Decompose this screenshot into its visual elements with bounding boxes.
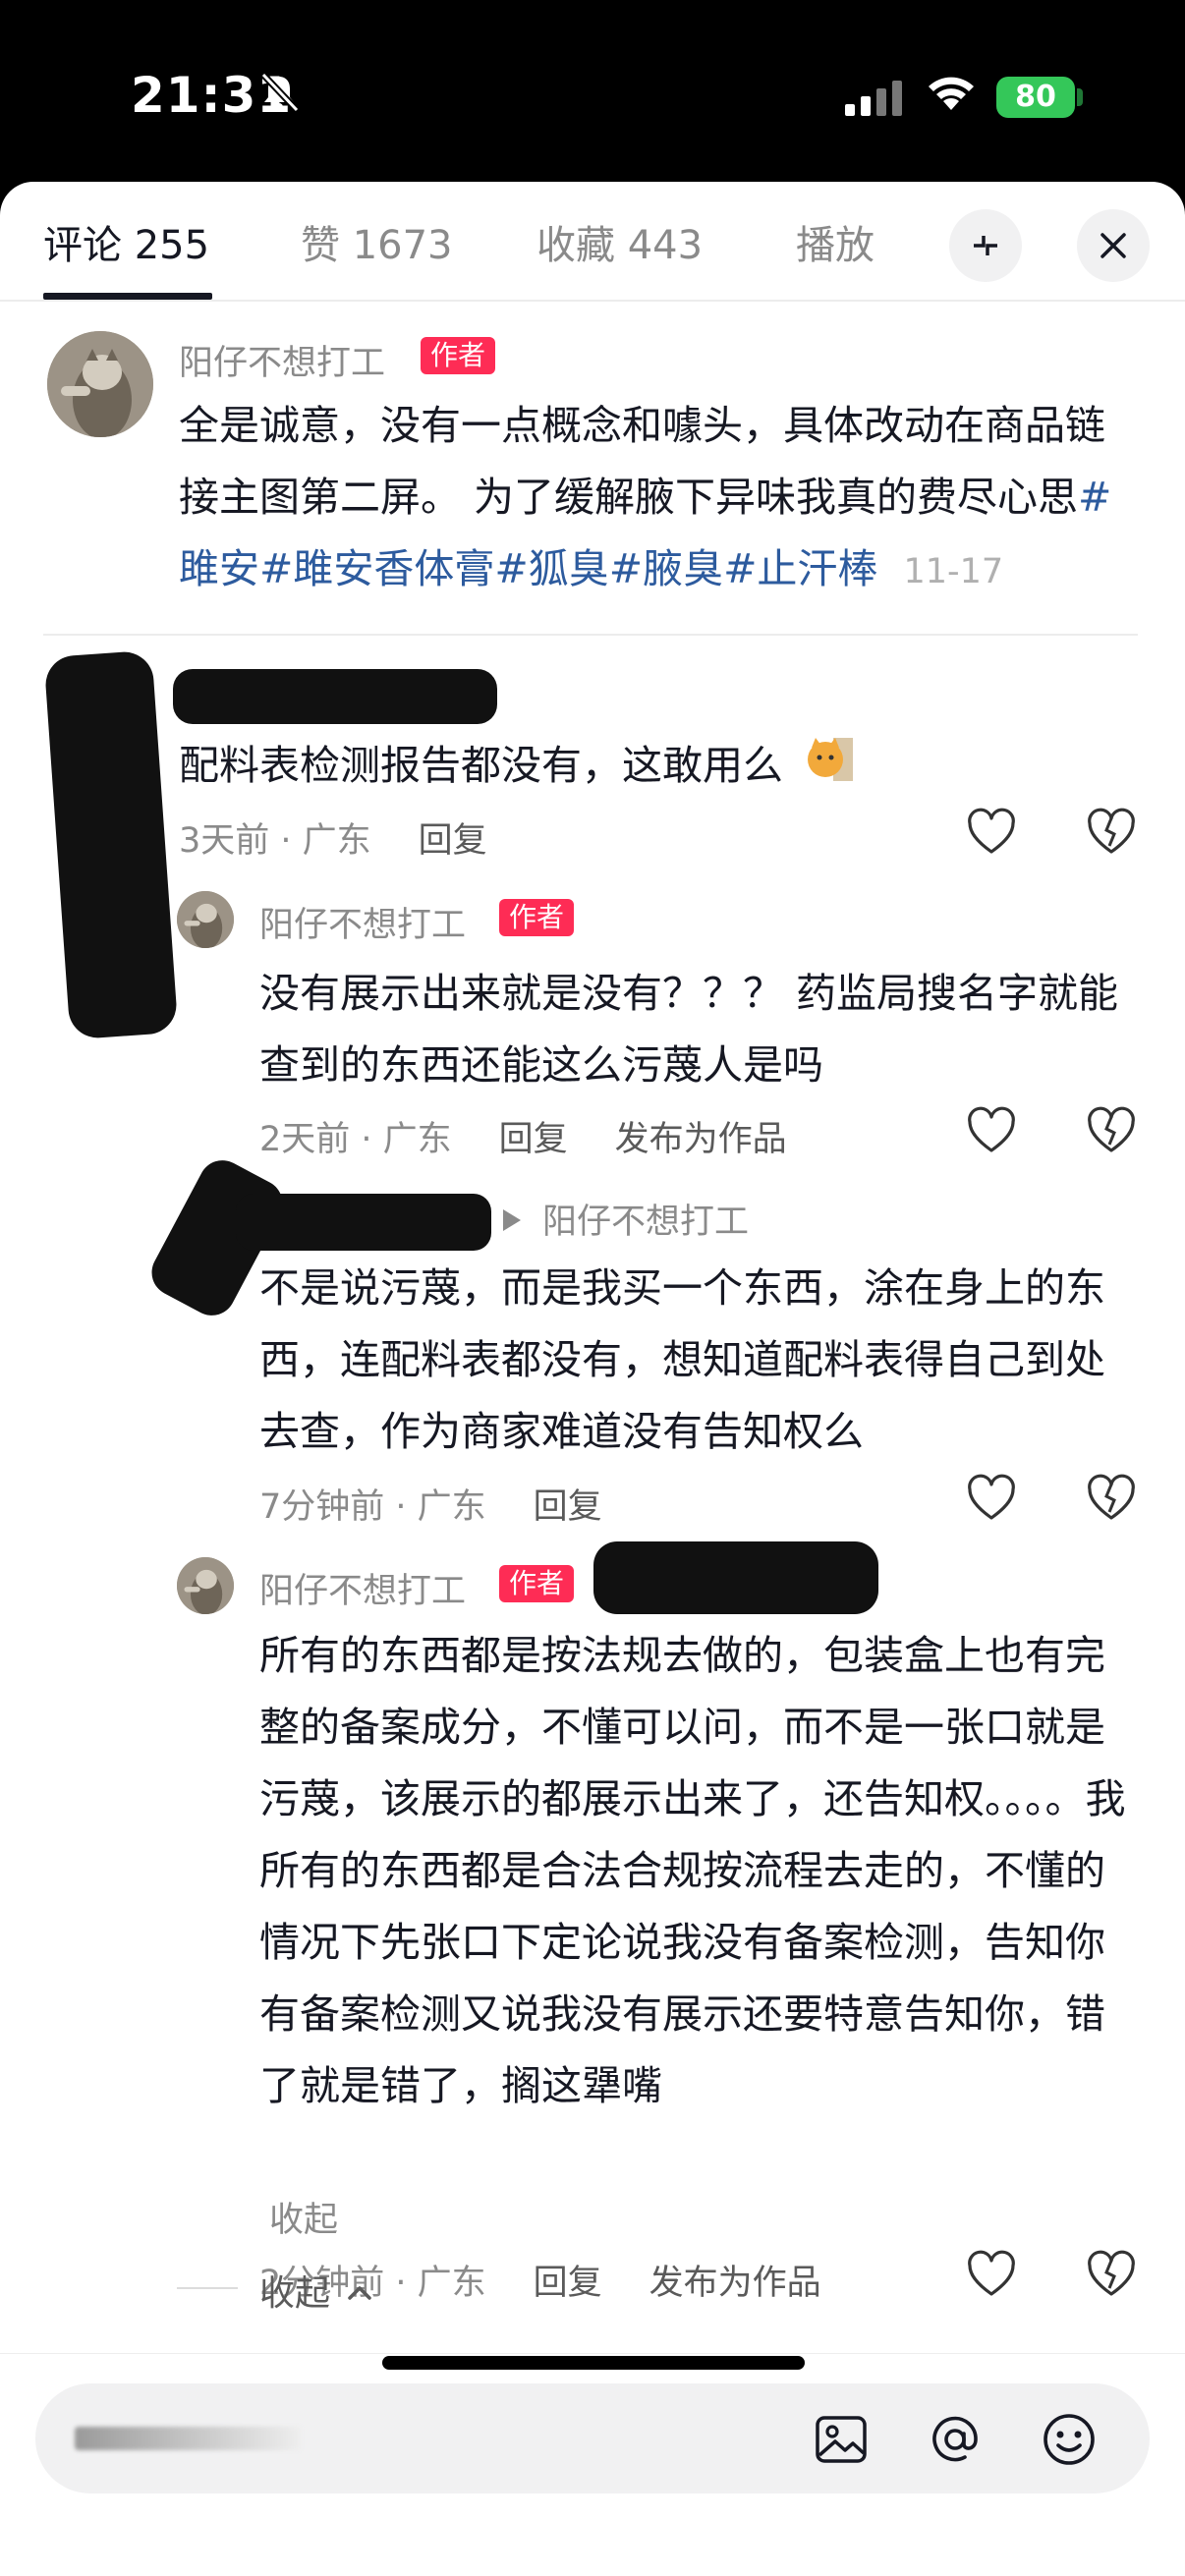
collapse-text-button[interactable]: 收起: [269, 2192, 338, 2242]
tab-favorites[interactable]: 收藏 443: [536, 213, 703, 270]
close-icon: [1100, 233, 1126, 258]
blurred-placeholder: [75, 2427, 301, 2450]
redacted-username: [173, 669, 497, 724]
comment-body: 配料表检测报告都没有，这敢用么: [179, 742, 783, 789]
reply-text: 不是说污蔑，而是我买一个东西，涂在身上的东西，连配料表都没有，想知道配料表得自己…: [259, 1264, 1105, 1455]
collapse-replies-label: 收起: [259, 2273, 331, 2314]
like-heart-icon[interactable]: [965, 1473, 1018, 1526]
comment-username[interactable]: 阳仔不想打工: [179, 335, 385, 385]
publish-as-work-button[interactable]: 发布为作品: [615, 1120, 787, 1159]
dislike-broken-heart-icon[interactable]: [1085, 1105, 1138, 1158]
reply-button[interactable]: 回复: [534, 2264, 602, 2303]
tab-likes[interactable]: 赞 1673: [301, 213, 453, 270]
reply-timestamp: 7分钟前 · 广东: [259, 1487, 486, 1527]
collapse-divider: [177, 2287, 238, 2289]
comment-timestamp: 3天前 · 广东: [179, 821, 371, 861]
mention-at-icon[interactable]: [926, 2410, 985, 2469]
dislike-broken-heart-icon[interactable]: [1085, 1473, 1138, 1526]
hashtag[interactable]: #狐臭: [494, 545, 608, 592]
collapse-replies-button[interactable]: 收起: [259, 2265, 372, 2316]
comment-text: 配料表检测报告都没有，这敢用么: [179, 730, 1122, 802]
comment-meta: 3天前 · 广东 回复: [179, 812, 535, 863]
cat-avatar-image: [177, 891, 234, 948]
avatar[interactable]: [47, 331, 153, 437]
hashtag[interactable]: #雎安香体膏: [259, 545, 494, 592]
avatar[interactable]: [177, 891, 234, 948]
redacted-reply-target: [593, 1541, 878, 1614]
battery-tip: [1077, 88, 1083, 106]
comment-input-bar: [0, 2353, 1185, 2576]
reply-timestamp: 2天前 · 广东: [259, 1120, 452, 1159]
reply-meta: 2天前 · 广东 回复 发布为作品: [259, 1111, 834, 1161]
cat-avatar-image: [47, 331, 153, 437]
comment-sheet: 评论 255 赞 1673 收藏 443 播放 阳仔不想打工 作者 全是诚意，没…: [0, 182, 1185, 2576]
comment-text: 全是诚意，没有一点概念和噱头，具体改动在商品链接主图第二屏。 为了缓解腋下异味我…: [179, 390, 1142, 608]
dislike-broken-heart-icon[interactable]: [1085, 807, 1138, 860]
reply-arrow-icon: [503, 1209, 521, 1231]
wifi-icon: [929, 77, 974, 110]
cat-avatar-image: [177, 1557, 234, 1614]
minimize-icon: [974, 236, 997, 255]
reply-button[interactable]: 回复: [534, 1487, 602, 1527]
hashtag[interactable]: #止汗棒: [723, 545, 877, 592]
author-badge: 作者: [421, 337, 496, 374]
comment-timestamp: 11-17: [903, 552, 1004, 591]
active-tab-indicator: [43, 293, 212, 300]
reply-text: 所有的东西都是按法规去做的，包装盒上也有完整的备案成分，不懂可以问，而不是一张口…: [259, 1632, 1126, 2109]
image-icon[interactable]: [812, 2410, 871, 2469]
pinned-separator: [43, 634, 1138, 636]
close-button[interactable]: [1077, 209, 1150, 282]
comment-input[interactable]: [35, 2383, 1150, 2493]
reply-button[interactable]: 回复: [419, 821, 487, 861]
tab-plays[interactable]: 播放: [796, 213, 875, 270]
dislike-broken-heart-icon[interactable]: [1085, 2249, 1138, 2302]
collapse-sheet-button[interactable]: [949, 209, 1022, 282]
battery-indicator: 80: [996, 77, 1075, 118]
tab-comments[interactable]: 评论 255: [43, 213, 209, 270]
redacted-avatar: [43, 649, 179, 1040]
reply-username[interactable]: 阳仔不想打工: [259, 1563, 466, 1613]
status-bar: 21:31 80: [0, 0, 1185, 182]
reply-meta: 7分钟前 · 广东 回复: [259, 1479, 649, 1529]
reply-to-username[interactable]: 阳仔不想打工: [542, 1194, 749, 1244]
hashtag[interactable]: #腋臭: [609, 545, 723, 592]
reply-button[interactable]: 回复: [499, 1120, 568, 1159]
like-heart-icon[interactable]: [965, 2249, 1018, 2302]
reply-text: 没有展示出来就是没有？？？ 药监局搜名字就能查到的东西还能这么污蔑人是吗: [259, 970, 1119, 1089]
chevron-up-icon: [348, 2286, 372, 2300]
bell-muted-icon: [260, 72, 300, 113]
comment-body: 全是诚意，没有一点概念和噱头，具体改动在商品链接主图第二屏。 为了缓解腋下异味我…: [179, 402, 1105, 521]
author-badge: 作者: [499, 899, 575, 936]
redacted-username: [236, 1194, 491, 1251]
like-heart-icon[interactable]: [965, 1105, 1018, 1158]
emoji-smile-icon[interactable]: [1040, 2410, 1099, 2469]
like-heart-icon[interactable]: [965, 807, 1018, 860]
tab-divider: [0, 300, 1185, 302]
cellular-signal-icon: [845, 81, 902, 116]
reply-username[interactable]: 阳仔不想打工: [259, 897, 466, 947]
cat-emoji-icon: [808, 738, 854, 781]
home-indicator[interactable]: [382, 2356, 805, 2370]
publish-as-work-button[interactable]: 发布为作品: [649, 2264, 821, 2303]
author-badge: 作者: [499, 1565, 575, 1602]
avatar[interactable]: [177, 1557, 234, 1614]
tab-bar: 评论 255 赞 1673 收藏 443 播放: [0, 182, 1185, 300]
